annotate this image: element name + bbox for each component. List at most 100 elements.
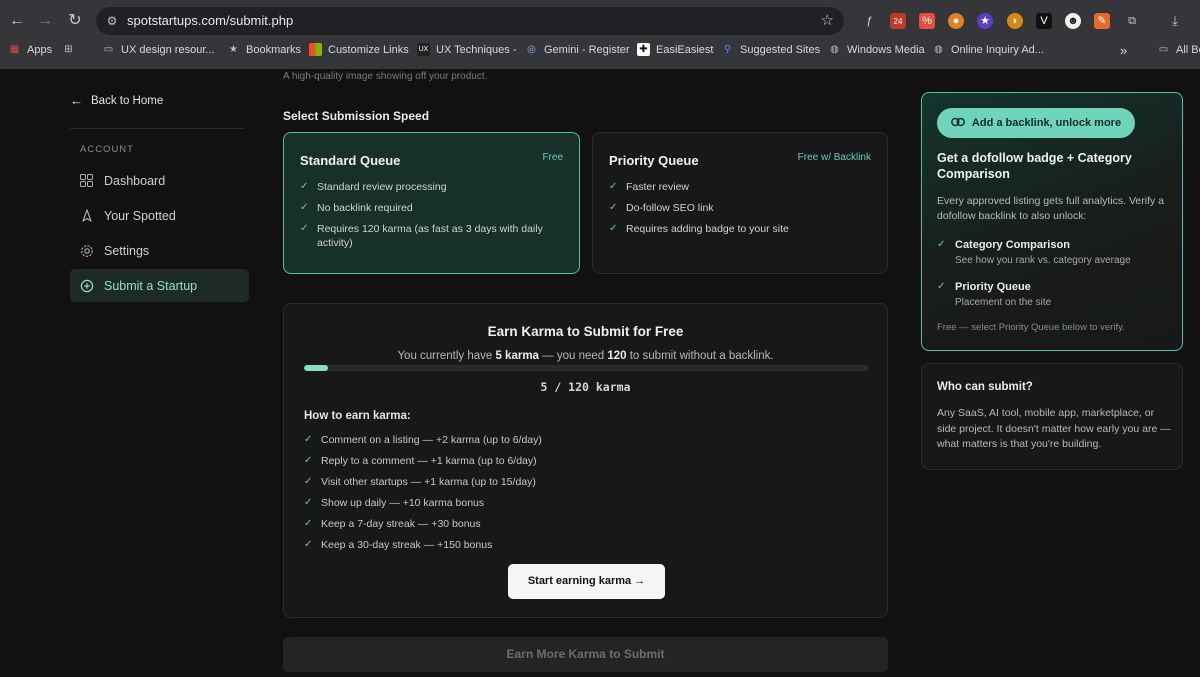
check-icon: ✓ (304, 539, 313, 550)
bookmark-ux-design[interactable]: ▭ UX design resour... (102, 43, 215, 56)
sidebar-item-dashboard[interactable]: Dashboard (70, 164, 249, 197)
feature-text: Do-follow SEO link (626, 202, 714, 214)
apps-grid-icon: ▦ (9, 44, 20, 55)
gemini-icon: ◎ (527, 44, 536, 55)
gear-icon (79, 243, 94, 258)
start-earning-karma-button[interactable]: Start earning karma → (508, 564, 665, 599)
bookmark-label: Gemini - Register (544, 43, 630, 56)
karma-status-suffix: to submit without a backlink. (626, 350, 774, 362)
bookmark-gemini[interactable]: ◎ Gemini - Register (525, 43, 630, 56)
bookmark-easiest[interactable]: ✚ EasiEasiest (637, 43, 713, 56)
rocket-icon (79, 208, 94, 223)
karma-progress-bar (304, 365, 869, 371)
easi-icon: ✚ (637, 43, 650, 56)
queue-name: Priority Queue (609, 153, 699, 168)
bookmark-customize-links[interactable]: Customize Links (309, 43, 409, 56)
earn-way-text: Visit other startups — +1 karma (up to 1… (321, 476, 536, 488)
karma-count: 5 / 120 karma (540, 380, 631, 394)
extension-purple-icon[interactable]: ★ (977, 13, 993, 29)
promo-description: Every approved listing gets full analyti… (937, 195, 1165, 222)
extension-badge-icon[interactable]: 24 (890, 13, 906, 29)
extension-brush-icon[interactable]: ✎ (1094, 13, 1110, 29)
extension-orange-icon[interactable]: ● (948, 13, 964, 29)
back-to-home-link[interactable]: ← Back to Home (70, 93, 163, 108)
extension-red-icon[interactable]: % (919, 13, 935, 29)
sidebar-heading: ACCOUNT (80, 144, 134, 155)
promo-unlock-item: ✓ Priority Queue Placement on the site (937, 280, 1172, 310)
bookmark-ux-techniques[interactable]: UX UX Techniques - (417, 43, 517, 56)
check-icon: ✓ (937, 281, 946, 292)
unlock-subtitle: Placement on the site (955, 297, 1052, 308)
address-bar[interactable]: ⚙ spotstartups.com/submit.php ☆ (96, 7, 844, 35)
earn-way-text: Reply to a comment — +1 karma (up to 6/d… (321, 455, 537, 467)
feature-text: Faster review (626, 181, 690, 193)
back-to-home-label: Back to Home (91, 94, 164, 107)
karma-title: Earn Karma to Submit for Free (487, 324, 684, 339)
check-icon: ✓ (304, 518, 313, 529)
bookmark-apps[interactable]: ▦ Apps (8, 43, 52, 56)
promo-title: Get a dofollow badge + Category Comparis… (937, 151, 1132, 181)
sidebar-item-your-spotted[interactable]: Your Spotted (70, 199, 249, 232)
how-to-earn-title: How to earn karma: (304, 410, 411, 422)
folder-icon: ▭ (1158, 44, 1169, 55)
who-can-submit-card: Who can submit? Any SaaS, AI tool, mobil… (921, 363, 1183, 470)
extension-fx-icon[interactable]: ƒ (861, 13, 877, 29)
sidebar-item-label: Settings (104, 243, 150, 258)
bookmark-bookmarks[interactable]: ★ Bookmarks (227, 43, 301, 56)
bookmark-suggested-sites[interactable]: ⚲ Suggested Sites (721, 43, 820, 56)
add-backlink-button[interactable]: Add a backlink, unlock more (937, 108, 1135, 138)
bookmark-star-icon[interactable]: ☆ (821, 11, 834, 29)
image-hint-text: A high-quality image showing off your pr… (283, 71, 488, 82)
bookmark-label: Suggested Sites (740, 43, 821, 56)
earn-way-text: Keep a 30-day streak — +150 bonus (321, 539, 493, 551)
plus-circle-icon (79, 278, 94, 293)
bookmark-label: Customize Links (328, 43, 409, 56)
extensions-puzzle-icon[interactable]: ⧉ (1124, 13, 1140, 29)
sidebar-item-label: Your Spotted (104, 208, 176, 223)
list-item: ✓ Comment on a listing — +2 karma (up to … (304, 433, 704, 447)
list-item: ✓ Standard review processing (300, 180, 570, 194)
list-item: ✓ Requires adding badge to your site (609, 222, 879, 236)
unlock-title: Priority Queue (955, 281, 1031, 293)
queue-name: Standard Queue (300, 153, 401, 168)
priority-queue-card[interactable]: Priority Queue Free w/ Backlink ✓ Faster … (592, 132, 888, 274)
list-item: ✓ Keep a 7-day streak — +30 bonus (304, 517, 704, 531)
karma-needed: 120 (607, 350, 627, 362)
extension-gold-icon[interactable]: ◗ (1007, 13, 1023, 29)
back-arrow-icon[interactable]: ← (6, 10, 28, 32)
karma-status-mid: — you need (538, 350, 608, 362)
extension-badge-count: 24 (893, 17, 903, 26)
feature-text: Requires adding badge to your site (626, 223, 789, 235)
extension-v-icon[interactable]: V (1036, 13, 1052, 29)
sidebar-item-submit-startup[interactable]: Submit a Startup (70, 269, 249, 302)
bookmark-windows-media[interactable]: ◍ Windows Media (828, 43, 925, 56)
tab-groups-icon: ⊞ (64, 44, 73, 55)
backlink-promo-card: Add a backlink, unlock more Get a dofoll… (921, 92, 1183, 351)
feature-text: No backlink required (317, 202, 413, 214)
site-info-icon[interactable]: ⚙ (104, 13, 120, 29)
bookmarks-overflow-icon[interactable]: » (1120, 43, 1127, 58)
check-icon: ✓ (609, 202, 618, 213)
bookmark-tab-groups[interactable]: ⊞ (62, 43, 75, 56)
sidebar-item-settings[interactable]: Settings (70, 234, 249, 267)
forward-arrow-icon[interactable]: → (34, 10, 56, 32)
reload-icon[interactable]: ↻ (64, 10, 86, 32)
page-content: ← Back to Home ACCOUNT Dashboard Your Sp… (0, 69, 1200, 677)
karma-card: Earn Karma to Submit for Free You curren… (283, 303, 888, 618)
extension-panda-icon[interactable]: ☻ (1065, 13, 1081, 29)
bookmark-label: Apps (27, 43, 53, 56)
karma-status-prefix: You currently have (397, 350, 496, 362)
bookmark-online-inquiry[interactable]: ◍ Online Inquiry Ad... (932, 43, 1044, 56)
grid-icon (79, 173, 94, 188)
download-icon[interactable]: ⤓ (1167, 13, 1183, 29)
submit-button[interactable]: Earn More Karma to Submit (283, 637, 888, 672)
check-icon: ✓ (300, 223, 309, 234)
sidebar-item-label: Dashboard (104, 173, 166, 188)
list-item: ✓ Show up daily — +10 karma bonus (304, 496, 704, 510)
bookmark-all-bookmarks[interactable]: ▭ All Bo (1157, 43, 1200, 56)
arrow-left-icon: ← (70, 93, 83, 108)
promo-unlock-item: ✓ Category Comparison See how you rank v… (937, 238, 1172, 268)
karma-progress-fill (304, 365, 328, 371)
standard-queue-card[interactable]: Standard Queue Free ✓ Standard review pro… (283, 132, 580, 274)
link-icon (951, 117, 965, 130)
